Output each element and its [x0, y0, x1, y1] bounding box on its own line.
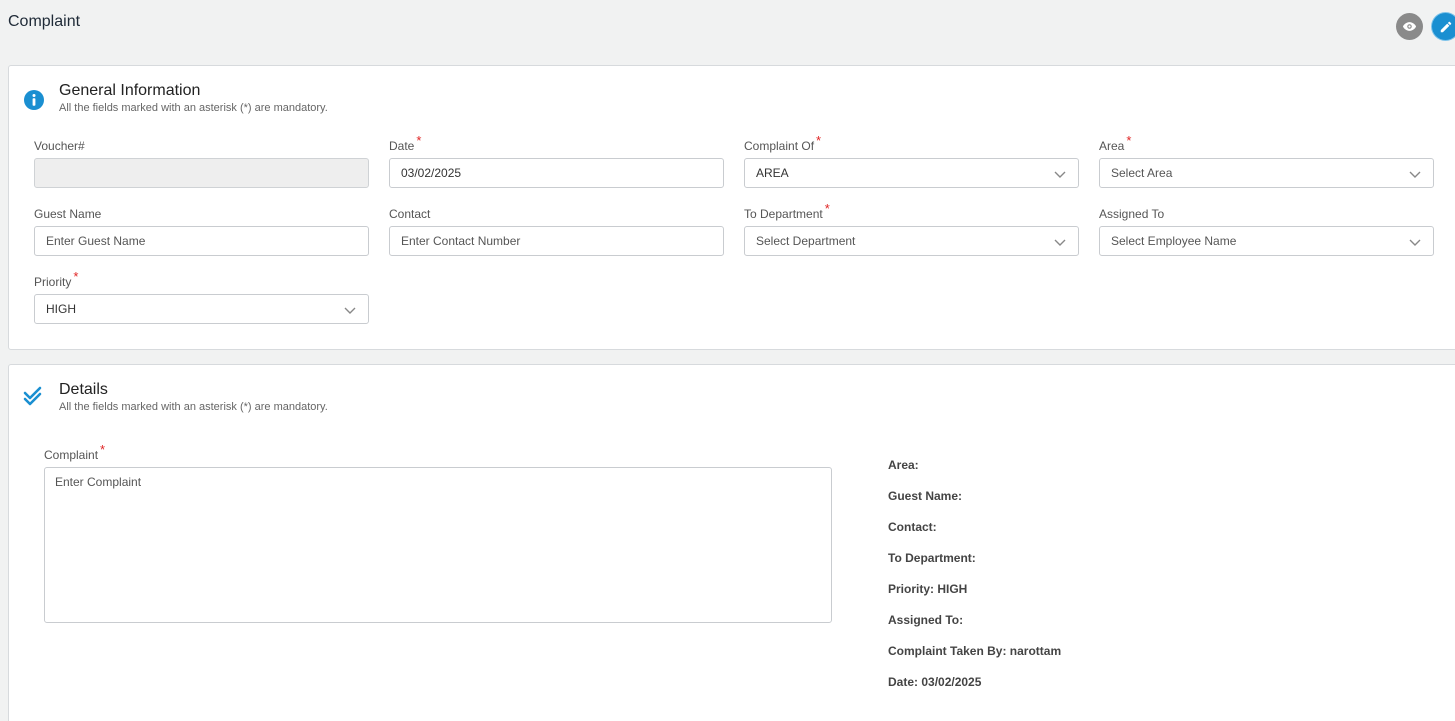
- summary-priority: Priority: HIGH: [888, 582, 968, 596]
- complaint-of-select[interactable]: AREA: [744, 158, 1079, 188]
- to-department-label: To Department: [744, 207, 823, 221]
- date-input[interactable]: 03/02/2025: [389, 158, 724, 188]
- pencil-icon: [1440, 21, 1451, 32]
- complaint-of-value: AREA: [756, 166, 789, 180]
- contact-label: Contact: [389, 207, 431, 221]
- to-department-field: To Department * Select Department: [744, 201, 1079, 256]
- page-title: Complaint: [8, 13, 81, 30]
- summary-area: Area:: [888, 458, 919, 472]
- guest-name-label: Guest Name: [34, 207, 102, 221]
- guest-name-input[interactable]: Enter Guest Name: [34, 226, 369, 256]
- summary-taken-by: Complaint Taken By: narottam: [888, 644, 1062, 658]
- double-check-icon: [23, 386, 42, 406]
- complaint-of-field: Complaint Of * AREA: [744, 133, 1079, 188]
- voucher-field: Voucher#: [34, 138, 369, 188]
- summary-to-department: To Department:: [888, 551, 976, 565]
- edit-button[interactable]: [1432, 13, 1455, 40]
- assigned-to-label: Assigned To: [1099, 207, 1165, 221]
- required-marker: *: [816, 133, 822, 148]
- voucher-label: Voucher#: [34, 139, 85, 153]
- general-information-card: General Information All the fields marke…: [8, 65, 1455, 350]
- required-marker: *: [73, 269, 79, 284]
- area-placeholder: Select Area: [1111, 166, 1173, 180]
- summary-panel: Area: Guest Name: Contact: To Department…: [888, 457, 1061, 705]
- chevron-down-icon: [1409, 239, 1421, 246]
- assigned-to-placeholder: Select Employee Name: [1111, 234, 1237, 248]
- chevron-down-icon: [344, 307, 356, 314]
- required-marker: *: [416, 133, 422, 148]
- section-title: Details: [59, 381, 108, 398]
- required-marker: *: [1126, 133, 1132, 148]
- priority-select[interactable]: HIGH: [34, 294, 369, 324]
- chevron-down-icon: [1054, 239, 1066, 246]
- chevron-down-icon: [1054, 171, 1066, 178]
- section-title: General Information: [59, 82, 201, 99]
- priority-value: HIGH: [46, 302, 76, 316]
- voucher-input: [34, 158, 369, 188]
- assigned-to-select[interactable]: Select Employee Name: [1099, 226, 1434, 256]
- summary-contact: Contact:: [888, 520, 937, 534]
- contact-input[interactable]: Enter Contact Number: [389, 226, 724, 256]
- eye-icon: [1402, 22, 1417, 31]
- date-label: Date: [389, 139, 415, 153]
- summary-date: Date: 03/02/2025: [888, 675, 982, 689]
- chevron-down-icon: [1409, 171, 1421, 178]
- summary-assigned-to: Assigned To:: [888, 613, 964, 627]
- view-button[interactable]: [1396, 13, 1423, 40]
- date-field: Date * 03/02/2025: [389, 133, 724, 188]
- area-select[interactable]: Select Area: [1099, 158, 1434, 188]
- assigned-to-field: Assigned To Select Employee Name: [1099, 206, 1434, 256]
- info-icon: [24, 90, 44, 110]
- complaint-textarea[interactable]: Enter Complaint: [44, 467, 832, 623]
- priority-field: Priority * HIGH: [34, 269, 369, 324]
- summary-guest-name: Guest Name:: [888, 489, 963, 503]
- complaint-of-label: Complaint Of: [744, 139, 815, 153]
- to-department-placeholder: Select Department: [756, 234, 856, 248]
- contact-field: Contact Enter Contact Number: [389, 206, 724, 256]
- area-label: Area: [1099, 139, 1125, 153]
- priority-label: Priority: [34, 275, 72, 289]
- section-subtitle: All the fields marked with an asterisk (…: [59, 102, 328, 114]
- details-card: Details All the fields marked with an as…: [8, 364, 1455, 721]
- area-field: Area * Select Area: [1099, 133, 1434, 188]
- to-department-select[interactable]: Select Department: [744, 226, 1079, 256]
- guest-name-field: Guest Name Enter Guest Name: [34, 206, 369, 256]
- required-marker: *: [100, 442, 106, 457]
- required-marker: *: [824, 201, 830, 216]
- complaint-label: Complaint: [44, 448, 99, 462]
- section-subtitle: All the fields marked with an asterisk (…: [59, 401, 328, 413]
